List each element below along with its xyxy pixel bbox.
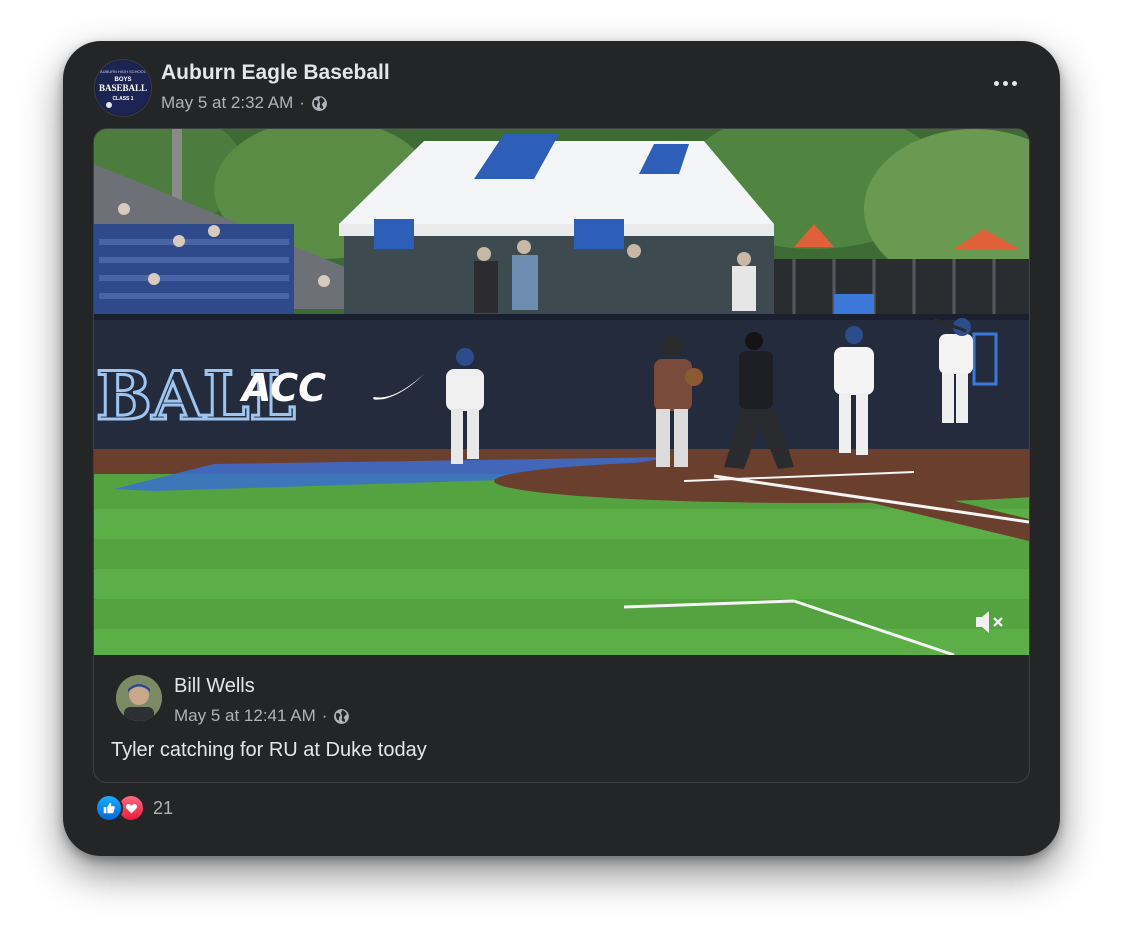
more-options-button[interactable] — [992, 73, 1018, 93]
page-name-link[interactable]: Auburn Eagle Baseball — [161, 61, 390, 85]
shared-post-caption: Tyler catching for RU at Duke today — [111, 739, 427, 761]
post-card: AUBURN HIGH SCHOOL BOYS BASEBALL CLASS 1… — [63, 41, 1060, 856]
post-timestamp[interactable]: May 5 at 2:32 AM — [161, 93, 293, 113]
meta-separator: · — [321, 706, 328, 725]
post-meta: May 5 at 2:32 AM · — [161, 93, 328, 113]
shared-post-meta: May 5 at 12:41 AM · — [174, 706, 350, 726]
mute-icon[interactable] — [973, 607, 1007, 637]
meta-separator: · — [299, 93, 305, 112]
shared-post-timestamp[interactable]: May 5 at 12:41 AM — [174, 706, 316, 726]
svg-text:AUBURN HIGH SCHOOL: AUBURN HIGH SCHOOL — [100, 69, 147, 74]
more-dot — [1002, 80, 1008, 86]
globe-icon[interactable] — [333, 708, 350, 725]
video-frame: BALL ACC — [94, 129, 1029, 655]
author-avatar[interactable] — [116, 675, 162, 721]
reactions-summary[interactable]: 21 — [95, 794, 173, 822]
like-icon — [95, 794, 123, 822]
more-dot — [993, 80, 999, 86]
more-dot — [1011, 80, 1017, 86]
author-name-link[interactable]: Bill Wells — [174, 675, 255, 698]
reaction-count[interactable]: 21 — [153, 798, 173, 819]
shared-post[interactable]: BALL ACC Bill Wells May 5 at 12:41 AM · … — [93, 128, 1030, 783]
svg-text:CLASS 1: CLASS 1 — [112, 96, 133, 102]
video-player[interactable]: BALL ACC — [94, 129, 1029, 655]
page-avatar[interactable]: AUBURN HIGH SCHOOL BOYS BASEBALL CLASS 1 — [94, 59, 152, 117]
svg-text:ACC: ACC — [239, 366, 326, 410]
globe-icon[interactable] — [311, 95, 328, 112]
svg-text:BASEBALL: BASEBALL — [99, 83, 147, 93]
